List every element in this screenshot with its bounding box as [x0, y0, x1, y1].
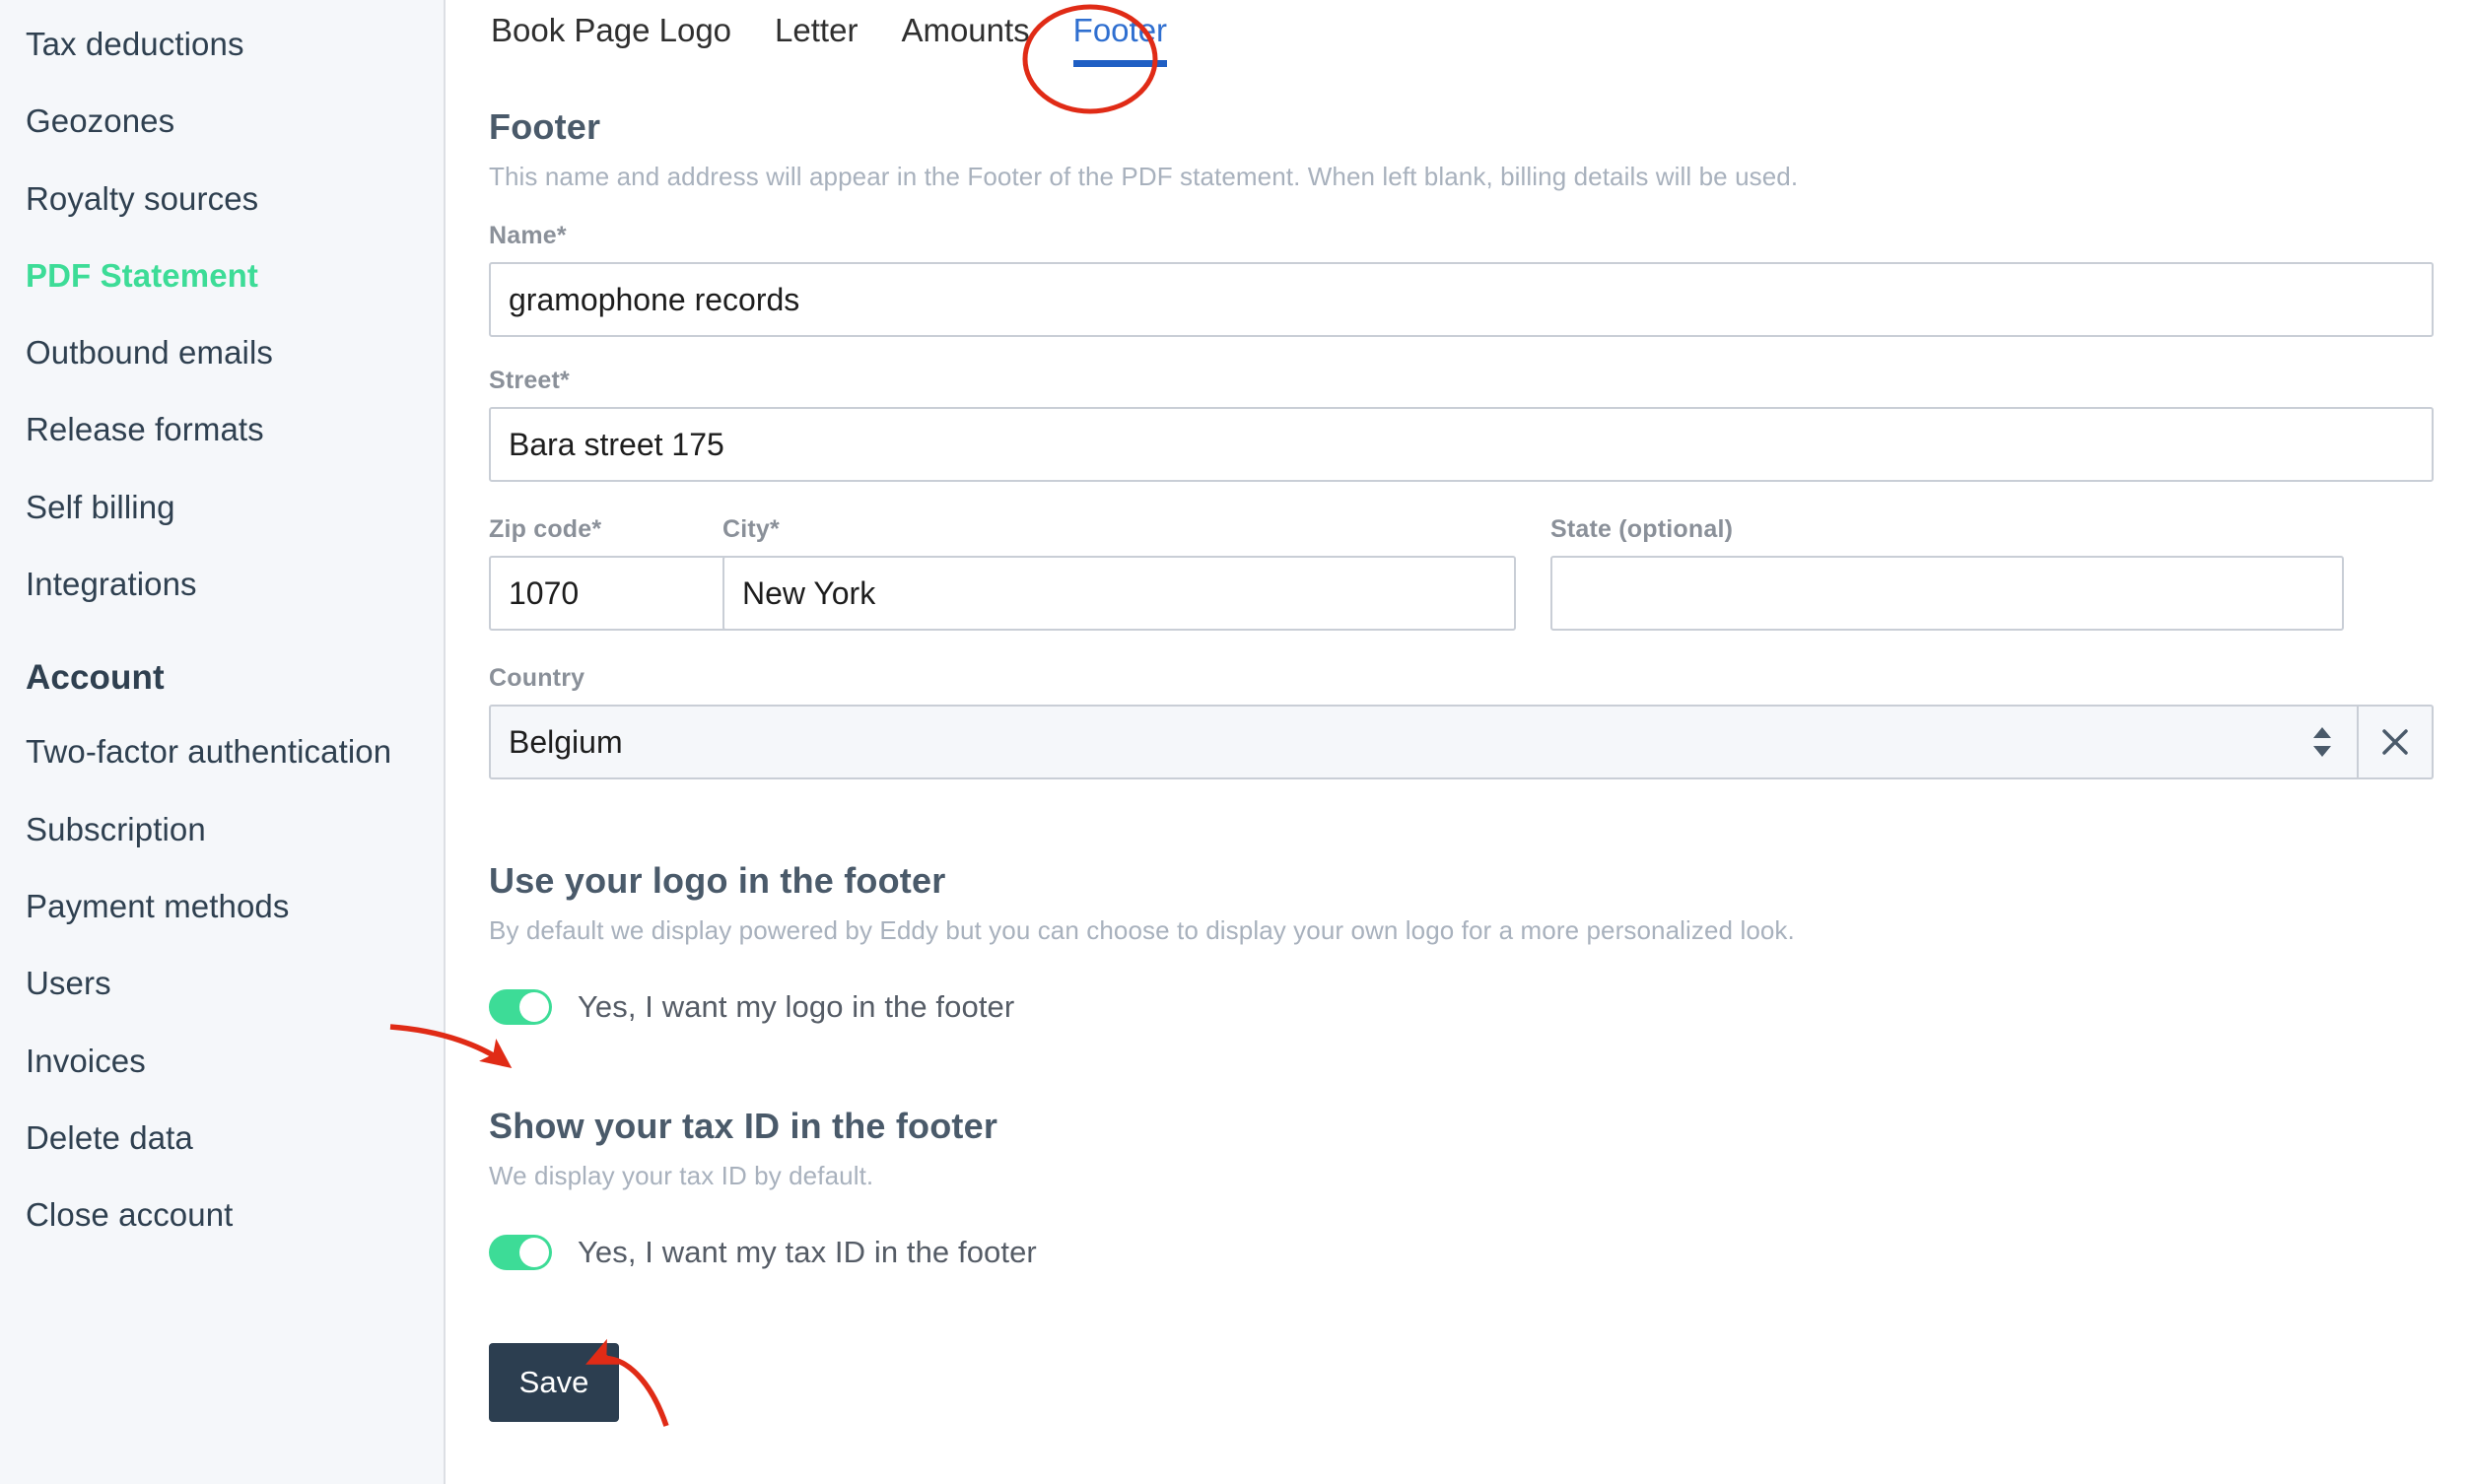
tax-section-title: Show your tax ID in the footer: [489, 1106, 998, 1146]
sidebar-item-pdf-statement[interactable]: PDF Statement: [0, 237, 444, 314]
tab-footer[interactable]: Footer: [1071, 12, 1169, 67]
chevron-updown-icon: [2311, 725, 2333, 759]
country-field-group: Country Belgium: [489, 664, 2474, 779]
tax-section-description: We display your tax ID by default.: [489, 1161, 874, 1190]
name-label: Name*: [489, 222, 567, 249]
name-field-group: Name* gramophone records: [489, 222, 2474, 337]
state-field-group: State (optional): [1550, 515, 2344, 631]
sidebar-item-subscription[interactable]: Subscription: [0, 791, 444, 868]
toggle-knob: [519, 992, 549, 1022]
sidebar-item-two-factor-authentication[interactable]: Two-factor authentication: [0, 713, 444, 790]
sidebar-item-users[interactable]: Users: [0, 945, 444, 1022]
street-input[interactable]: Bara street 175: [489, 407, 2434, 482]
country-select[interactable]: Belgium: [489, 705, 2359, 779]
sidebar-item-release-formats[interactable]: Release formats: [0, 391, 444, 468]
toggle-knob: [519, 1238, 549, 1267]
close-icon: [2382, 729, 2408, 755]
logo-footer-toggle[interactable]: [489, 989, 552, 1025]
sidebar-item-self-billing[interactable]: Self billing: [0, 469, 444, 546]
logo-footer-section: Use your logo in the footer By default w…: [489, 860, 2474, 1025]
tax-toggle-row: Yes, I want my tax ID in the footer: [489, 1235, 2474, 1270]
sidebar-item-royalty-sources[interactable]: Royalty sources: [0, 161, 444, 237]
main-content: Book Page Logo Letter Amounts Footer Foo…: [446, 0, 2474, 1484]
sidebar-item-tax-deductions[interactable]: Tax deductions: [0, 6, 444, 83]
tab-letter[interactable]: Letter: [773, 12, 859, 57]
name-input[interactable]: gramophone records: [489, 262, 2434, 337]
footer-section-description: This name and address will appear in the…: [489, 162, 1799, 191]
tab-amounts[interactable]: Amounts: [899, 12, 1031, 57]
city-label: City*: [722, 515, 780, 543]
sidebar-item-payment-methods[interactable]: Payment methods: [0, 868, 444, 945]
city-field-group: City* New York: [722, 515, 1516, 631]
logo-toggle-row: Yes, I want my logo in the footer: [489, 989, 2474, 1025]
tab-book-page-logo[interactable]: Book Page Logo: [489, 12, 733, 57]
sidebar-item-integrations[interactable]: Integrations: [0, 546, 444, 623]
logo-section-description: By default we display powered by Eddy bu…: [489, 915, 1795, 945]
tax-id-footer-section: Show your tax ID in the footer We displa…: [489, 1106, 2474, 1270]
logo-toggle-label: Yes, I want my logo in the footer: [578, 989, 1015, 1024]
save-button[interactable]: Save: [489, 1343, 619, 1422]
address-row: Zip code* 1070 City* New York State (opt…: [489, 515, 2474, 631]
tax-id-footer-toggle[interactable]: [489, 1235, 552, 1270]
zip-field-group: Zip code* 1070: [489, 515, 842, 631]
zip-label: Zip code*: [489, 515, 602, 543]
footer-section-title: Footer: [489, 106, 601, 147]
street-label: Street*: [489, 367, 570, 394]
sidebar-item-geozones[interactable]: Geozones: [0, 83, 444, 160]
street-field-group: Street* Bara street 175: [489, 367, 2474, 482]
settings-sidebar: Tax deductions Geozones Royalty sources …: [0, 0, 446, 1484]
country-label: Country: [489, 664, 585, 692]
logo-section-title: Use your logo in the footer: [489, 860, 946, 901]
sidebar-item-invoices[interactable]: Invoices: [0, 1023, 444, 1100]
state-label: State (optional): [1550, 515, 1734, 543]
country-selected-value: Belgium: [509, 723, 623, 760]
pdf-statement-tabs: Book Page Logo Letter Amounts Footer: [489, 0, 2474, 91]
country-control-row: Belgium: [489, 705, 2434, 779]
app-root: Tax deductions Geozones Royalty sources …: [0, 0, 2474, 1484]
sidebar-item-close-account[interactable]: Close account: [0, 1177, 444, 1253]
state-input[interactable]: [1550, 556, 2344, 631]
sidebar-section-account: Account: [26, 658, 165, 698]
tax-toggle-label: Yes, I want my tax ID in the footer: [578, 1235, 1037, 1269]
sidebar-item-delete-data[interactable]: Delete data: [0, 1100, 444, 1177]
sidebar-item-outbound-emails[interactable]: Outbound emails: [0, 314, 444, 391]
clear-country-button[interactable]: [2359, 705, 2434, 779]
city-input[interactable]: New York: [722, 556, 1516, 631]
